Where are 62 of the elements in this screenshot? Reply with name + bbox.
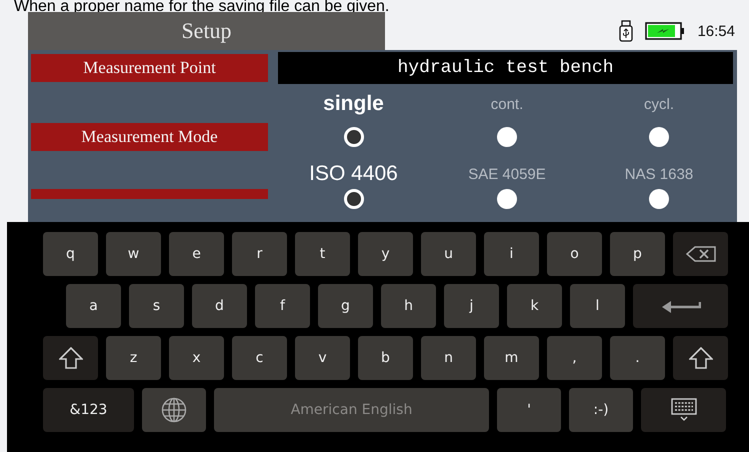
option-label: single	[323, 91, 384, 116]
keyboard-key[interactable]: l	[570, 284, 625, 328]
backspace-key[interactable]	[673, 232, 728, 276]
enter-key[interactable]	[633, 284, 728, 328]
shift-key[interactable]	[43, 336, 98, 380]
radio-button[interactable]	[344, 127, 364, 147]
shift-arrow-icon	[688, 347, 712, 369]
keyboard-key[interactable]: n	[421, 336, 476, 380]
keyboard-key[interactable]: a	[66, 284, 121, 328]
option-label: NAS 1638	[624, 164, 694, 182]
option-label: cycl.	[644, 94, 674, 112]
keyboard-key[interactable]: k	[507, 284, 562, 328]
keyboard-key[interactable]: c	[232, 336, 287, 380]
usb-stick-icon	[619, 20, 634, 42]
keyboard-key[interactable]: z	[106, 336, 161, 380]
keyboard-key[interactable]: m	[484, 336, 539, 380]
keyboard-key[interactable]: :-)	[569, 388, 633, 432]
keyboard-key[interactable]: t	[295, 232, 350, 276]
setup-tab[interactable]: Setup	[28, 12, 385, 50]
radio-button[interactable]	[497, 127, 517, 147]
keyboard-key[interactable]: .	[610, 336, 665, 380]
keyboard-key[interactable]: d	[192, 284, 247, 328]
backspace-icon	[686, 246, 716, 262]
keyboard-key[interactable]: r	[232, 232, 287, 276]
keyboard-key[interactable]: v	[295, 336, 350, 380]
keyboard-key[interactable]: '	[497, 388, 561, 432]
keyboard-key[interactable]: h	[381, 284, 436, 328]
radio-button[interactable]	[649, 127, 669, 147]
language-key[interactable]	[142, 388, 206, 432]
field-label: Measurement Point	[31, 54, 268, 82]
option-label: SAE 4059E	[468, 164, 546, 182]
name-input-field[interactable]: hydraulic test bench	[278, 52, 733, 84]
hide-keyboard-key[interactable]	[641, 388, 726, 432]
keyboard-key[interactable]: y	[358, 232, 413, 276]
battery-icon	[645, 22, 686, 40]
radio-button[interactable]	[497, 189, 517, 209]
field-label: Measurement Mode	[31, 123, 268, 151]
radio-button[interactable]	[649, 189, 669, 209]
keyboard-key[interactable]: i	[484, 232, 539, 276]
keyboard-key[interactable]: p	[610, 232, 665, 276]
keyboard-key[interactable]: j	[444, 284, 499, 328]
keyboard-key[interactable]: w	[106, 232, 161, 276]
option-label: cont.	[490, 94, 524, 112]
keyboard-key[interactable]: f	[255, 284, 310, 328]
keyboard-key[interactable]: x	[169, 336, 224, 380]
shift-key[interactable]	[673, 336, 728, 380]
keyboard-key[interactable]: q	[43, 232, 98, 276]
enter-arrow-icon	[660, 299, 700, 313]
keyboard-key[interactable]: s	[129, 284, 184, 328]
symbols-key[interactable]: &123	[43, 388, 134, 432]
keyboard-key[interactable]: g	[318, 284, 373, 328]
keyboard-key[interactable]: ,	[547, 336, 602, 380]
keyboard-key[interactable]: o	[547, 232, 602, 276]
keyboard-hide-icon	[670, 398, 696, 422]
keyboard-key[interactable]: b	[358, 336, 413, 380]
radio-button[interactable]	[344, 189, 364, 209]
keyboard-key[interactable]: e	[169, 232, 224, 276]
keyboard-key[interactable]: u	[421, 232, 476, 276]
option-label: ISO 4406	[309, 161, 398, 186]
shift-arrow-icon	[58, 347, 82, 369]
globe-icon	[161, 397, 187, 423]
clock-time: 16:54	[697, 22, 735, 40]
